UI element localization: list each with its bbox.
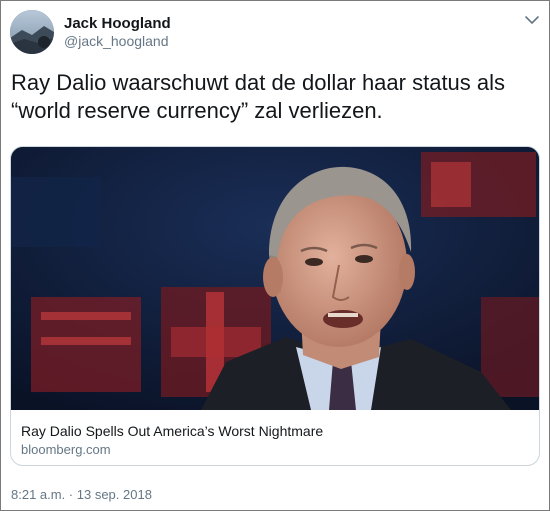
author-name[interactable]: Jack Hoogland bbox=[64, 15, 171, 32]
card-image[interactable] bbox=[11, 147, 539, 410]
avatar[interactable] bbox=[10, 10, 54, 54]
tweet-text: Ray Dalio waarschuwt dat de dollar haar … bbox=[11, 70, 506, 123]
tweet-container: Jack Hoogland @jack_hoogland Ray Dalio w… bbox=[0, 0, 550, 511]
tweet-timestamp[interactable]: 8:21 a.m. · 13 sep. 2018 bbox=[11, 487, 152, 502]
author-handle[interactable]: @jack_hoogland bbox=[64, 33, 169, 49]
chevron-down-icon[interactable] bbox=[523, 11, 541, 29]
link-card[interactable]: Ray Dalio Spells Out America’s Worst Nig… bbox=[10, 146, 540, 466]
card-title[interactable]: Ray Dalio Spells Out America’s Worst Nig… bbox=[21, 423, 323, 439]
avatar-image bbox=[10, 10, 54, 54]
card-domain: bloomberg.com bbox=[21, 442, 111, 457]
